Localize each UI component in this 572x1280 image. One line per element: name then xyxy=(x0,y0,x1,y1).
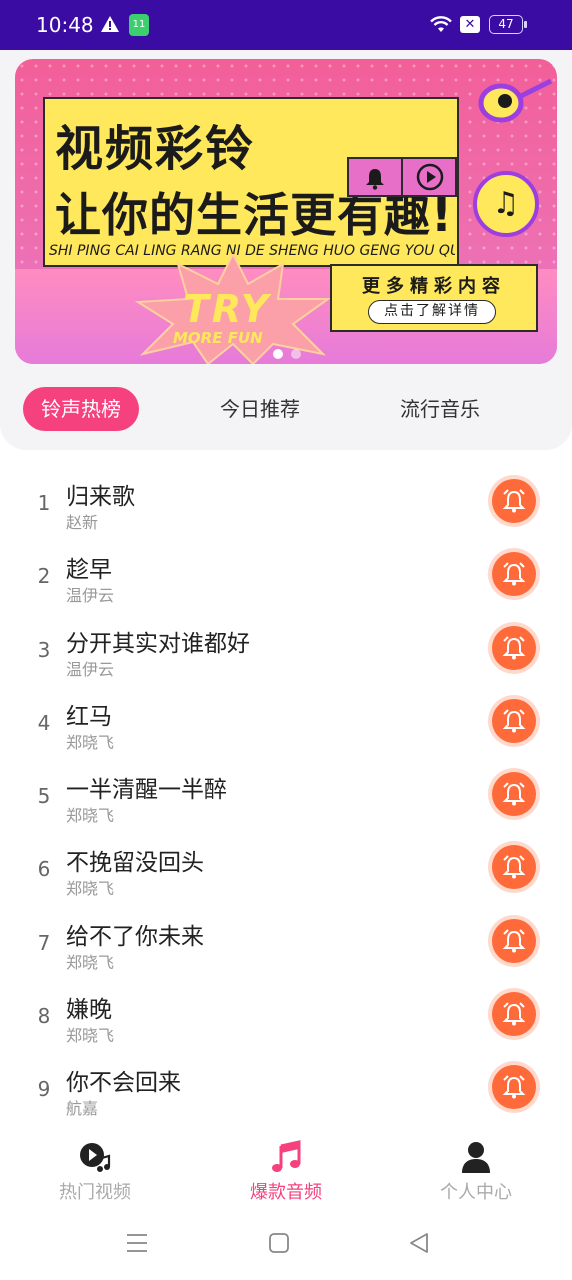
nav-profile[interactable]: 个人中心 xyxy=(406,1140,546,1204)
set-ringtone-button[interactable] xyxy=(488,475,540,527)
song-artist: 赵新 xyxy=(66,513,99,532)
song-artist: 郑晓飞 xyxy=(66,952,115,972)
banner-info-title: 更多精彩内容 xyxy=(362,276,506,297)
nav-hot-videos[interactable]: 热门视频 xyxy=(25,1140,165,1204)
set-ringtone-button[interactable] xyxy=(488,694,540,747)
list-item[interactable]: 7 给不了你未来 郑晓飞 xyxy=(0,905,572,978)
song-title: 你不会回来 xyxy=(66,1070,181,1097)
song-title: 趁早 xyxy=(66,557,112,584)
sim-card-icon: 11 xyxy=(129,14,149,36)
list-item[interactable]: 5 一半清醒一半醉 郑晓飞 xyxy=(0,758,572,831)
glasses-illustration xyxy=(478,78,553,123)
back-icon[interactable] xyxy=(408,1232,430,1254)
system-navigation-bar xyxy=(0,1210,572,1280)
battery-icon: 47 xyxy=(489,15,527,34)
list-item[interactable]: 2 趁早 温伊云 xyxy=(0,538,572,611)
list-item[interactable]: 4 红马 郑晓飞 xyxy=(0,685,572,758)
song-artist: 温伊云 xyxy=(66,659,115,679)
alarm-bell-icon xyxy=(492,552,536,597)
wifi-icon xyxy=(430,16,452,32)
banner-info-card: 更多精彩内容 点击了解详情 xyxy=(330,264,538,332)
nav-label-hot-videos: 热门视频 xyxy=(59,1182,131,1203)
play-icon xyxy=(403,159,457,195)
bell-icon xyxy=(349,159,403,195)
set-ringtone-button[interactable] xyxy=(488,621,540,674)
set-ringtone-button[interactable] xyxy=(488,768,540,821)
song-artist: 温伊云 xyxy=(66,586,115,606)
nav-hit-audio[interactable]: 爆款音频 xyxy=(216,1140,356,1204)
learn-more-button[interactable]: 点击了解详情 xyxy=(368,300,496,324)
category-tabs: 铃声热榜 今日推荐 流行音乐 xyxy=(0,387,572,437)
set-ringtone-button[interactable] xyxy=(488,1061,540,1114)
banner-try-text: TRY xyxy=(183,287,272,331)
bottom-navigation: 热门视频 爆款音频 个人中心 xyxy=(0,1130,572,1210)
video-music-icon xyxy=(80,1143,111,1172)
menu-icon[interactable] xyxy=(126,1232,148,1254)
song-artist: 郑晓飞 xyxy=(66,806,115,826)
song-artist: 航嘉 xyxy=(66,1099,99,1119)
rank-number: 6 xyxy=(37,857,51,882)
top-panel: 视频彩铃 让你的生活更有趣! SHI PING CAI LING RANG NI… xyxy=(0,50,572,450)
rank-number: 1 xyxy=(37,491,51,515)
list-item[interactable]: 1 归来歌 赵新 xyxy=(0,465,572,538)
song-title: 红马 xyxy=(66,703,112,730)
rank-number: 3 xyxy=(37,637,51,662)
song-artist: 郑晓飞 xyxy=(66,1026,115,1046)
set-ringtone-button[interactable] xyxy=(488,841,540,894)
set-ringtone-button[interactable] xyxy=(488,548,540,601)
list-item[interactable]: 9 你不会回来 航嘉 xyxy=(0,1051,572,1124)
nav-label-profile: 个人中心 xyxy=(440,1182,512,1203)
list-item[interactable]: 6 不挽留没回头 郑晓飞 xyxy=(0,831,572,904)
home-icon[interactable] xyxy=(268,1232,290,1254)
alarm-bell-icon xyxy=(492,625,536,670)
rank-number: 9 xyxy=(37,1077,51,1102)
pager-dot xyxy=(291,349,301,359)
alarm-bell-icon xyxy=(492,918,536,963)
set-ringtone-button[interactable] xyxy=(488,914,540,967)
alarm-bell-icon xyxy=(492,992,536,1037)
music-note-badge-icon: ♫ xyxy=(473,171,539,237)
alarm-bell-icon xyxy=(492,1065,536,1110)
banner-headline-card: 视频彩铃 让你的生活更有趣! SHI PING CAI LING RANG NI… xyxy=(43,97,459,267)
alarm-bell-icon xyxy=(492,698,536,743)
list-item[interactable]: 3 分开其实对谁都好 温伊云 xyxy=(0,612,572,685)
song-title: 嫌晚 xyxy=(66,997,112,1024)
no-sim-icon: ✕ xyxy=(460,16,480,33)
tab-ringtone-hot[interactable]: 铃声热榜 xyxy=(23,387,139,431)
tab-today-picks[interactable]: 今日推荐 xyxy=(200,387,320,431)
alarm-bell-icon xyxy=(492,845,536,890)
song-title: 归来歌 xyxy=(66,484,135,510)
song-artist: 郑晓飞 xyxy=(66,732,115,752)
ringtone-list: 1 归来歌 赵新 2 趁早 温伊云 3 分开其实对谁都好 温伊云 4 红马 郑晓… xyxy=(0,465,572,1125)
banner-pager xyxy=(273,344,309,363)
rank-number: 8 xyxy=(37,1004,51,1029)
tab-pop-music[interactable]: 流行音乐 xyxy=(380,387,500,431)
rank-number: 7 xyxy=(37,930,51,955)
rank-number: 5 xyxy=(37,784,51,809)
person-icon xyxy=(462,1142,490,1173)
status-bar: 10:48 11 ✕ 47 xyxy=(0,0,572,50)
song-title: 分开其实对谁都好 xyxy=(66,630,250,657)
song-title: 给不了你未来 xyxy=(66,923,204,950)
warning-icon xyxy=(101,16,119,32)
banner-media-buttons xyxy=(347,157,457,197)
banner-more-fun-text: MORE FUN xyxy=(173,329,263,347)
alarm-bell-icon xyxy=(492,772,536,817)
song-title: 不挽留没回头 xyxy=(66,850,204,877)
rank-number: 2 xyxy=(37,564,51,589)
pager-dot-active xyxy=(273,349,283,359)
promo-banner[interactable]: 视频彩铃 让你的生活更有趣! SHI PING CAI LING RANG NI… xyxy=(15,59,557,364)
set-ringtone-button[interactable] xyxy=(488,988,540,1041)
music-note-icon xyxy=(272,1140,301,1172)
status-time: 10:48 xyxy=(36,13,94,37)
list-item[interactable]: 8 嫌晚 郑晓飞 xyxy=(0,978,572,1051)
song-artist: 郑晓飞 xyxy=(66,879,115,899)
nav-label-hit-audio: 爆款音频 xyxy=(250,1182,322,1203)
rank-number: 4 xyxy=(37,710,51,735)
song-title: 一半清醒一半醉 xyxy=(66,777,227,804)
banner-headline-1: 视频彩铃 xyxy=(55,121,256,177)
alarm-bell-icon xyxy=(492,479,536,523)
